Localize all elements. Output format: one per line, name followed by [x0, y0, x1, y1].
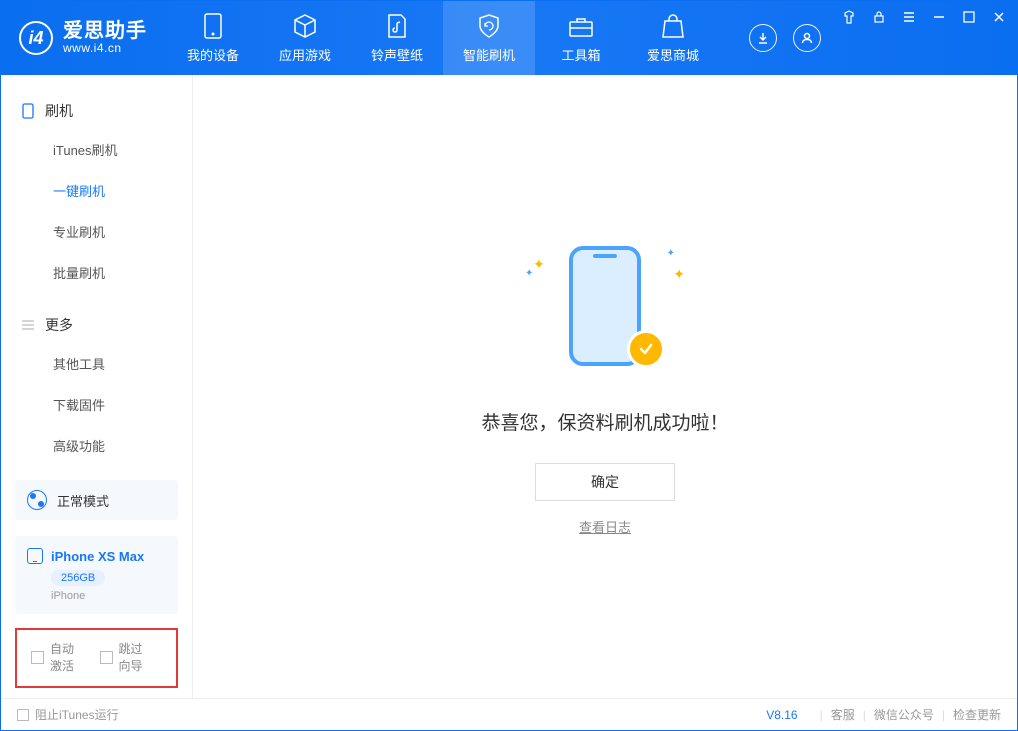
sparkle-icon: ✦ — [525, 268, 533, 279]
device-name: iPhone XS Max — [51, 549, 144, 564]
body: 刷机 iTunes刷机 一键刷机 专业刷机 批量刷机 更多 其他工具 下载固件 … — [1, 75, 1017, 698]
download-icon[interactable] — [749, 24, 777, 52]
sidebar-item-other-tools[interactable]: 其他工具 — [1, 343, 192, 384]
toolbox-icon — [568, 13, 594, 39]
maximize-button[interactable] — [961, 9, 977, 25]
lock-icon[interactable] — [871, 9, 887, 25]
mode-block[interactable]: 正常模式 — [15, 480, 178, 520]
status-link-wechat[interactable]: 微信公众号 — [874, 706, 934, 723]
statusbar: 阻止iTunes运行 V8.16 | 客服 | 微信公众号 | 检查更新 — [1, 698, 1017, 730]
list-small-icon — [21, 318, 35, 332]
user-icon[interactable] — [793, 24, 821, 52]
checkbox-block-itunes[interactable] — [17, 709, 29, 721]
close-button[interactable] — [991, 9, 1007, 25]
shield-refresh-icon — [476, 13, 502, 39]
ok-button[interactable]: 确定 — [535, 463, 675, 501]
sidebar-group-more: 更多 — [1, 307, 192, 343]
checkbox-skip-guide[interactable] — [100, 651, 113, 664]
main-tabs: 我的设备 应用游戏 铃声壁纸 智能刷机 工具箱 爱思商城 — [167, 1, 749, 75]
tab-store[interactable]: 爱思商城 — [627, 1, 719, 75]
logo-area: i4 爱思助手 www.i4.cn — [1, 1, 167, 75]
phone-small-icon — [21, 104, 35, 118]
tab-apps-games[interactable]: 应用游戏 — [259, 1, 351, 75]
music-file-icon — [384, 13, 410, 39]
device-icon — [200, 13, 226, 39]
header-right-icons — [749, 1, 841, 75]
window-controls — [841, 1, 1017, 75]
label-block-itunes: 阻止iTunes运行 — [35, 706, 119, 723]
sidebar-group-flash: 刷机 — [1, 93, 192, 129]
sidebar-item-oneclick-flash[interactable]: 一键刷机 — [1, 170, 192, 211]
label-auto-activate: 自动激活 — [50, 640, 84, 674]
check-badge-icon — [627, 330, 665, 368]
logo-text: 爱思助手 www.i4.cn — [63, 20, 147, 55]
tab-ringtone-wallpaper[interactable]: 铃声壁纸 — [351, 1, 443, 75]
sidebar-item-advanced[interactable]: 高级功能 — [1, 425, 192, 466]
status-link-update[interactable]: 检查更新 — [953, 706, 1001, 723]
sidebar-item-pro-flash[interactable]: 专业刷机 — [1, 211, 192, 252]
sparkle-icon: ✦ — [533, 256, 545, 273]
skin-icon[interactable] — [841, 9, 857, 25]
logo-icon: i4 — [19, 21, 53, 55]
sparkle-icon: ✦ — [673, 266, 685, 283]
view-log-link[interactable]: 查看日志 — [579, 517, 631, 536]
sidebar: 刷机 iTunes刷机 一键刷机 专业刷机 批量刷机 更多 其他工具 下载固件 … — [1, 75, 193, 698]
version-label: V8.16 — [766, 708, 797, 722]
titlebar: i4 爱思助手 www.i4.cn 我的设备 应用游戏 铃声壁纸 智能刷机 — [1, 1, 1017, 75]
device-small-icon — [27, 548, 43, 564]
bag-icon — [660, 13, 686, 39]
app-title: 爱思助手 — [63, 20, 147, 42]
sidebar-item-batch-flash[interactable]: 批量刷机 — [1, 252, 192, 293]
device-type: iPhone — [51, 590, 166, 602]
sidebar-item-itunes-flash[interactable]: iTunes刷机 — [1, 129, 192, 170]
app-subtitle: www.i4.cn — [63, 42, 147, 55]
status-link-support[interactable]: 客服 — [831, 706, 855, 723]
tab-my-device[interactable]: 我的设备 — [167, 1, 259, 75]
checkbox-auto-activate[interactable] — [31, 651, 44, 664]
options-row: 自动激活 跳过向导 — [15, 628, 178, 688]
tab-smart-flash[interactable]: 智能刷机 — [443, 1, 535, 75]
success-illustration: ✦ ✦ ✦ ✦ — [525, 238, 685, 378]
mode-icon — [27, 490, 47, 510]
mode-label: 正常模式 — [57, 491, 109, 510]
label-skip-guide: 跳过向导 — [119, 640, 153, 674]
main-content: ✦ ✦ ✦ ✦ 恭喜您，保资料刷机成功啦！ 确定 查看日志 — [193, 75, 1017, 698]
menu-icon[interactable] — [901, 9, 917, 25]
minimize-button[interactable] — [931, 9, 947, 25]
sidebar-item-download-firmware[interactable]: 下载固件 — [1, 384, 192, 425]
app-window: i4 爱思助手 www.i4.cn 我的设备 应用游戏 铃声壁纸 智能刷机 — [0, 0, 1018, 731]
success-message: 恭喜您，保资料刷机成功啦！ — [481, 408, 728, 435]
sparkle-icon: ✦ — [667, 248, 675, 259]
cube-icon — [292, 13, 318, 39]
device-capacity: 256GB — [51, 570, 105, 586]
device-block[interactable]: iPhone XS Max 256GB iPhone — [15, 536, 178, 614]
tab-toolbox[interactable]: 工具箱 — [535, 1, 627, 75]
